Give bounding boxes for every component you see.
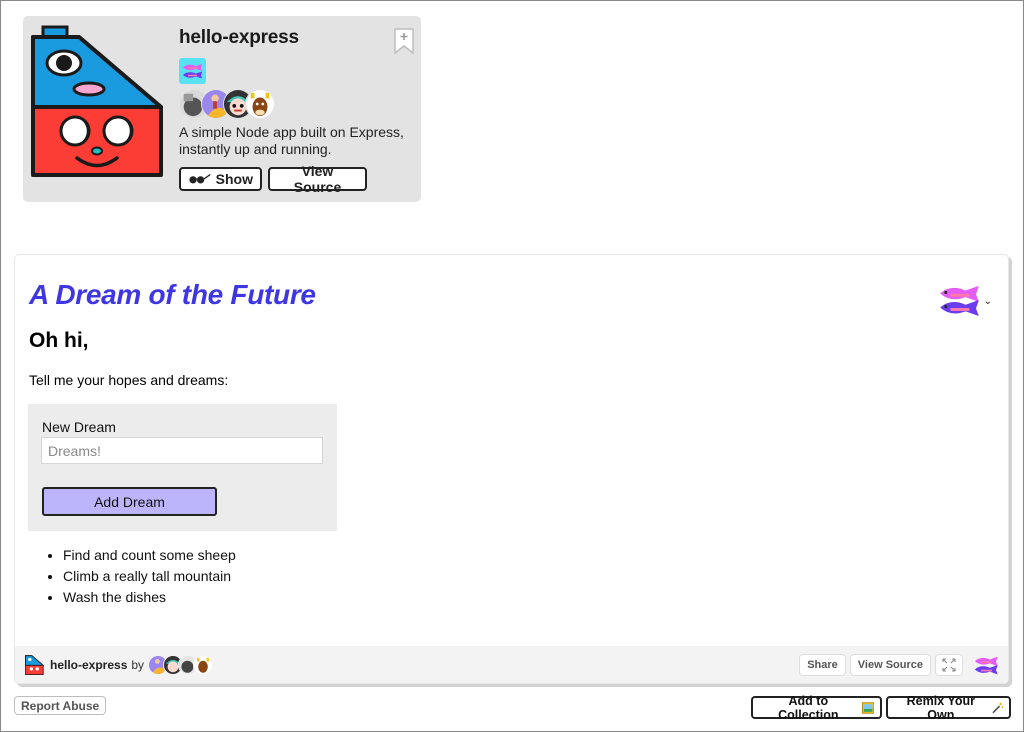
sunglasses-icon xyxy=(189,174,211,184)
prompt-text: Tell me your hopes and dreams: xyxy=(29,372,229,388)
expand-icon xyxy=(942,657,956,672)
collaborator-list xyxy=(179,89,275,119)
project-title[interactable]: hello-express xyxy=(179,27,299,49)
view-source-button[interactable]: View Source xyxy=(268,163,367,195)
view-source-button-label: View Source xyxy=(293,163,342,195)
add-dream-button[interactable]: Add Dream xyxy=(42,487,217,516)
share-button[interactable]: Share xyxy=(799,653,846,676)
show-button[interactable]: Show xyxy=(179,167,262,191)
footer-actions: Share View Source xyxy=(799,653,999,676)
chevron-down-icon: ⌄ xyxy=(983,295,992,307)
project-card: hello-express A simple Node app built on… xyxy=(23,16,421,202)
dream-list: Find and count some sheep Climb a really… xyxy=(29,545,236,608)
dream-item: Wash the dishes xyxy=(63,587,236,608)
magic-wand-icon xyxy=(992,702,1003,713)
fullscreen-button[interactable] xyxy=(935,653,963,676)
add-to-collection-button[interactable]: Add to Collection xyxy=(751,693,882,722)
dream-item: Find and count some sheep xyxy=(63,545,236,566)
new-dream-label: New Dream xyxy=(42,419,116,435)
collaborator-avatar-4[interactable] xyxy=(193,654,214,675)
team-badge[interactable] xyxy=(179,58,206,84)
new-dream-input[interactable] xyxy=(41,437,323,464)
project-avatar-icon xyxy=(31,25,163,177)
report-abuse-button[interactable]: Report Abuse xyxy=(14,696,107,715)
project-description: A simple Node app built on Express, inst… xyxy=(179,124,404,157)
new-dream-form: New Dream Add Dream xyxy=(28,404,337,531)
add-to-collection-label: Add to Collection xyxy=(778,693,839,722)
remix-your-own-button[interactable]: Remix Your Own xyxy=(886,693,1011,722)
picture-frame-icon xyxy=(861,701,874,714)
fish-team-avatar-icon xyxy=(939,285,979,317)
fish-team-icon[interactable] xyxy=(973,655,999,675)
footer-view-source-button[interactable]: View Source xyxy=(849,653,931,676)
bookmark-add-icon[interactable] xyxy=(393,27,415,55)
footer-project-name[interactable]: hello-express xyxy=(50,658,127,672)
embed-footer: hello-express by Share View Source xyxy=(15,646,1008,683)
app-title: A Dream of the Future xyxy=(29,279,316,310)
project-logo-icon[interactable] xyxy=(24,654,45,675)
dream-item: Climb a really tall mountain xyxy=(63,566,236,587)
fish-team-icon xyxy=(183,64,202,79)
greeting-heading: Oh hi, xyxy=(29,329,89,352)
user-menu[interactable]: ⌄ xyxy=(936,283,992,317)
footer-by-label: by xyxy=(131,657,145,672)
collaborator-avatar-4[interactable] xyxy=(245,89,275,119)
remix-label: Remix Your Own xyxy=(906,693,975,722)
app-preview-frame: A Dream of the Future ⌄ Oh hi, Tell me y… xyxy=(14,254,1009,684)
footer-collaborator-list xyxy=(148,654,214,675)
show-button-label: Show xyxy=(215,171,253,187)
